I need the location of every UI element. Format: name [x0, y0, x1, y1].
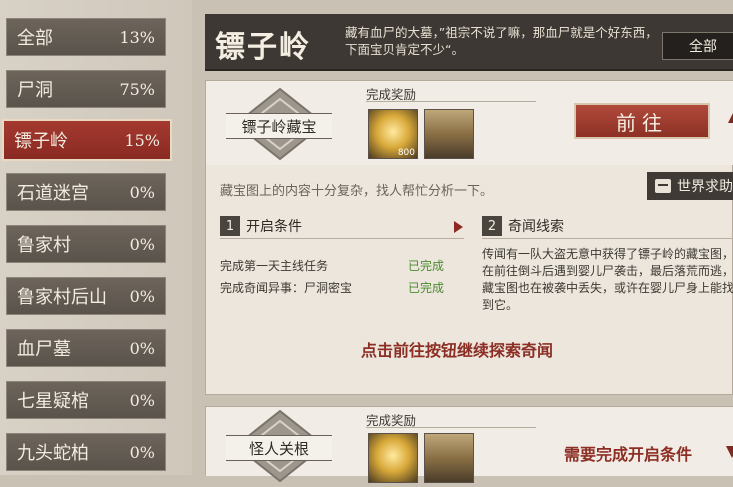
reward-count: 800: [397, 148, 415, 158]
sidebar-item-jiutou-shebai[interactable]: 九头蛇柏 0%: [6, 433, 166, 471]
condition-status: 已完成: [408, 281, 445, 295]
divider: [482, 238, 733, 239]
location-sidebar: 全部 13% 尸洞 75% 镖子岭 15% 石道迷宫 0% 鲁家村 0% 鲁家村…: [0, 0, 192, 475]
treasure-chest-reward-icon[interactable]: [424, 109, 474, 159]
sidebar-item-lujiacun-houshan[interactable]: 鲁家村后山 0%: [6, 277, 166, 315]
sidebar-item-all[interactable]: 全部 13%: [6, 18, 166, 56]
page-title: 镖子岭: [215, 30, 311, 65]
collapse-arrow-icon[interactable]: [728, 111, 733, 123]
sidebar-item-label: 鲁家村后山: [17, 287, 107, 308]
task-description: 藏宝图上的内容十分复杂，找人帮忙分析一下。: [220, 184, 494, 199]
expand-arrow-icon[interactable]: [726, 446, 733, 458]
sidebar-item-percent: 75%: [119, 79, 155, 99]
task-name: 镖子岭藏宝: [226, 113, 332, 139]
sidebar-item-label: 尸洞: [17, 80, 53, 101]
task-medal: 怪人关根: [220, 409, 340, 483]
arrow-right-icon: [454, 221, 463, 233]
sidebar-item-label: 全部: [17, 28, 53, 49]
sidebar-item-label: 石道迷宫: [17, 183, 89, 204]
gold-ingot-reward-icon[interactable]: 800: [368, 109, 418, 159]
sidebar-item-percent: 0%: [129, 442, 155, 462]
clue-heading: 2 奇闻线索: [482, 215, 564, 237]
sidebar-item-shidao-migong[interactable]: 石道迷宫 0%: [6, 173, 166, 211]
requirement-status: 需要完成开启条件: [564, 445, 693, 464]
world-help-label: 世界求助: [677, 179, 733, 195]
location-header: 镖子岭 藏有血尸的大墓，”祖宗不说了嘛，那血尸就是个好东西，下面宝贝肯定不少“。…: [205, 14, 733, 71]
task-card: 怪人关根 完成奖励 需要完成开启条件: [205, 406, 733, 483]
sidebar-item-label: 九头蛇柏: [17, 443, 89, 464]
sidebar-item-percent: 0%: [129, 338, 155, 358]
sidebar-item-lujiacun[interactable]: 鲁家村 0%: [6, 225, 166, 263]
open-conditions-heading: 1 开启条件: [220, 215, 302, 237]
sidebar-item-qixing-yiguan[interactable]: 七星疑棺 0%: [6, 381, 166, 419]
divider: [220, 238, 464, 239]
task-card: 镖子岭藏宝 完成奖励 800 前往 藏宝图上的内容十分复杂，找人帮忙分析一下。 …: [205, 80, 733, 395]
sidebar-item-percent: 0%: [129, 286, 155, 306]
sidebar-item-xueshimu[interactable]: 血尸墓 0%: [6, 329, 166, 367]
section-title: 奇闻线索: [508, 219, 564, 235]
sidebar-item-biaoziling[interactable]: 镖子岭 15%: [2, 119, 172, 161]
task-name: 怪人关根: [226, 435, 332, 461]
divider: [366, 427, 536, 428]
clue-text: 传闻有一队大盗无意中获得了镖子岭的藏宝图，在前往倒斗后遇到婴儿尸袭击，最后落荒而…: [482, 247, 733, 312]
gold-ingot-reward-icon[interactable]: [368, 433, 418, 483]
filter-all-button[interactable]: 全部: [662, 32, 733, 60]
sidebar-item-label: 鲁家村: [17, 235, 71, 256]
section-number: 2: [482, 216, 502, 236]
condition-status: 已完成: [408, 259, 445, 273]
section-number: 1: [220, 216, 240, 236]
section-title: 开启条件: [246, 219, 302, 235]
sidebar-item-percent: 13%: [119, 27, 155, 47]
condition-text: 完成奇闻异事：尸洞密宝: [220, 281, 353, 295]
sidebar-item-percent: 15%: [124, 130, 160, 150]
chat-icon: [655, 179, 671, 193]
sidebar-item-percent: 0%: [129, 390, 155, 410]
task-medal: 镖子岭藏宝: [220, 87, 340, 161]
divider: [366, 101, 536, 102]
sidebar-item-label: 七星疑棺: [17, 391, 89, 412]
sidebar-item-shidong[interactable]: 尸洞 75%: [6, 70, 166, 108]
condition-text: 完成第一天主线任务: [220, 259, 329, 273]
go-button[interactable]: 前往: [574, 103, 710, 139]
hint-text: 点击前往按钮继续探索奇闻: [361, 341, 554, 360]
treasure-chest-reward-icon[interactable]: [424, 433, 474, 483]
sidebar-item-label: 血尸墓: [17, 339, 71, 360]
sidebar-item-label: 镖子岭: [14, 131, 68, 152]
task-card-header: 怪人关根 完成奖励 需要完成开启条件: [206, 407, 733, 483]
task-card-header: 镖子岭藏宝 完成奖励 800 前往: [206, 81, 733, 165]
location-description: 藏有血尸的大墓，”祖宗不说了嘛，那血尸就是个好东西，下面宝贝肯定不少“。: [345, 25, 658, 57]
world-help-button[interactable]: 世界求助: [647, 172, 733, 200]
sidebar-item-percent: 0%: [129, 234, 155, 254]
sidebar-item-percent: 0%: [129, 182, 155, 202]
